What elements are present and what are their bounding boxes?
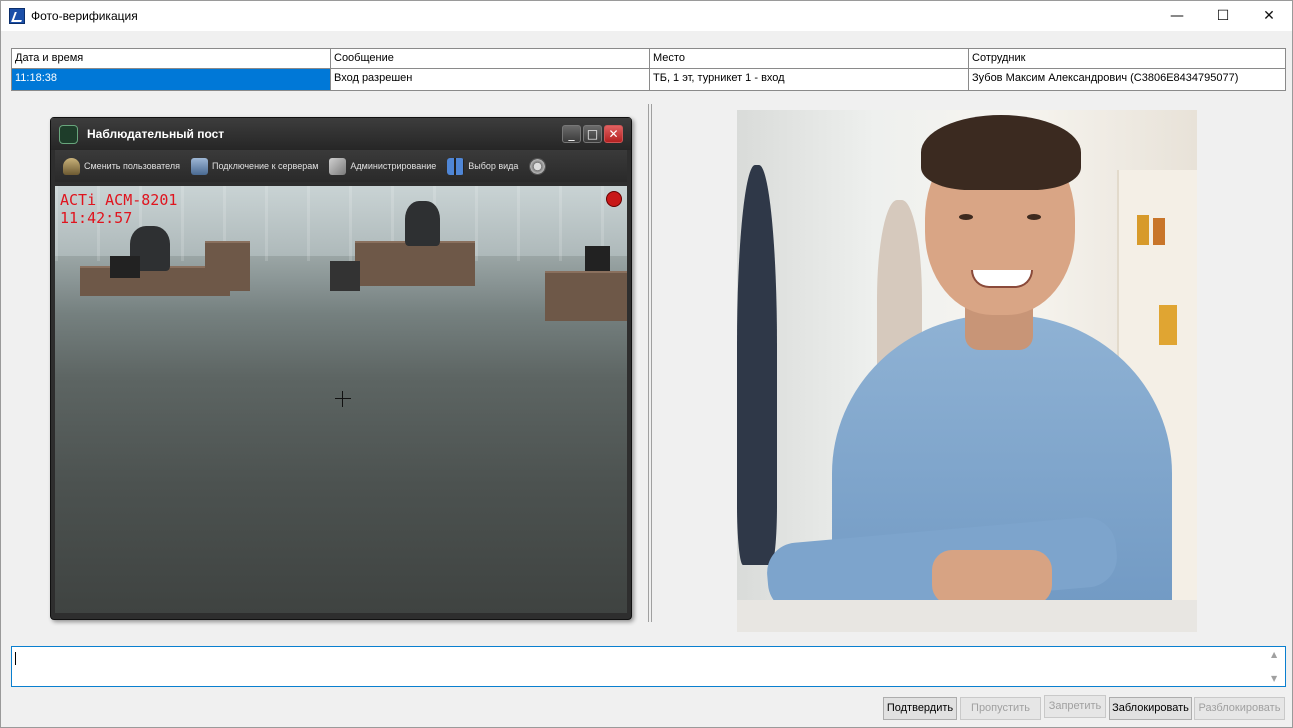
- block-button[interactable]: Заблокировать: [1109, 697, 1192, 720]
- employee-photo: [737, 110, 1197, 632]
- camera-client-maximize-icon: □: [583, 125, 602, 143]
- deny-button[interactable]: Запретить: [1044, 695, 1106, 718]
- photo-hair: [921, 115, 1081, 190]
- camera-client-close-icon: ✕: [604, 125, 623, 143]
- cell-place[interactable]: ТБ, 1 эт, турникет 1 - вход: [650, 69, 969, 90]
- toolbar-administration: Администрирование: [329, 157, 437, 175]
- toolbar-administration-label: Администрирование: [350, 161, 437, 171]
- toolbar-change-user-label: Сменить пользователя: [84, 161, 180, 171]
- table-header: Дата и время Сообщение Место Сотрудник: [12, 49, 1285, 69]
- app-icon: [9, 8, 25, 24]
- photo-hand: [932, 550, 1052, 605]
- scroll-up-icon[interactable]: ▲: [1271, 650, 1281, 659]
- film-icon: [529, 157, 547, 175]
- title-bar: Фото-верификация — ☐ ✕: [1, 1, 1292, 31]
- servers-icon: [191, 157, 208, 175]
- cell-message[interactable]: Вход разрешен: [331, 69, 650, 90]
- video-desk: [545, 271, 627, 321]
- skip-button[interactable]: Пропустить: [960, 697, 1041, 720]
- camera-frame: Наблюдательный пост _ □ ✕ Сменить пользо…: [50, 117, 632, 620]
- toolbar-film: [529, 157, 547, 175]
- record-indicator-icon: [606, 191, 622, 207]
- photo-eye: [959, 214, 973, 220]
- layout-icon: [447, 157, 465, 175]
- camera-video-feed: ACTi ACM-8201 11:42:57: [55, 186, 627, 613]
- photo-book: [1153, 218, 1165, 245]
- cell-datetime[interactable]: 11:18:38: [12, 69, 331, 90]
- video-chair: [330, 261, 360, 291]
- column-header-message[interactable]: Сообщение: [331, 49, 650, 68]
- camera-client-minimize-icon: _: [562, 125, 581, 143]
- photo-book: [1137, 215, 1149, 245]
- text-caret: [15, 652, 16, 665]
- toolbar-connect-servers: Подключение к серверам: [191, 157, 319, 175]
- minimize-button[interactable]: —: [1154, 1, 1200, 31]
- unblock-button[interactable]: Разблокировать: [1194, 697, 1285, 720]
- column-header-place[interactable]: Место: [650, 49, 969, 68]
- photo-background-person: [737, 165, 777, 565]
- camera-time-label: 11:42:57: [60, 209, 133, 227]
- confirm-button[interactable]: Подтвердить: [883, 697, 957, 720]
- photo-table: [737, 600, 1197, 632]
- camera-client-toolbar: Сменить пользователя Подключение к серве…: [55, 150, 627, 182]
- video-person: [405, 201, 440, 246]
- scroll-down-icon[interactable]: ▼: [1271, 674, 1281, 683]
- video-desk: [205, 241, 250, 291]
- column-header-datetime[interactable]: Дата и время: [12, 49, 331, 68]
- tools-icon: [329, 157, 347, 175]
- user-icon: [63, 157, 80, 175]
- photo-smile: [971, 270, 1033, 288]
- photo-verification-window: Фото-верификация — ☐ ✕ Дата и время Сооб…: [0, 0, 1293, 728]
- panel-splitter[interactable]: [648, 104, 652, 622]
- photo-eye: [1027, 214, 1041, 220]
- close-button[interactable]: ✕: [1246, 1, 1292, 31]
- camera-client-logo-icon: [59, 125, 78, 144]
- video-monitor: [585, 246, 610, 271]
- camera-overlay: ACTi ACM-8201 11:42:57: [60, 191, 177, 227]
- toolbar-change-user: Сменить пользователя: [63, 157, 180, 175]
- column-header-employee[interactable]: Сотрудник: [969, 49, 1285, 68]
- camera-client-title: Наблюдательный пост: [87, 127, 225, 141]
- toolbar-connect-servers-label: Подключение к серверам: [212, 161, 319, 171]
- photo-book: [1159, 305, 1177, 345]
- crosshair-icon: [335, 391, 351, 407]
- table-row[interactable]: 11:18:38 Вход разрешен ТБ, 1 эт, турнике…: [12, 69, 1285, 90]
- window-title: Фото-верификация: [31, 9, 138, 23]
- cell-employee[interactable]: Зубов Максим Александрович (C3806E843479…: [969, 69, 1285, 90]
- camera-name-label: ACTi ACM-8201: [60, 191, 178, 209]
- maximize-button[interactable]: ☐: [1200, 1, 1246, 31]
- video-monitor: [110, 256, 140, 278]
- events-table: Дата и время Сообщение Место Сотрудник 1…: [11, 48, 1286, 91]
- comment-input[interactable]: ▲ ▼: [11, 646, 1286, 687]
- toolbar-view-select-label: Выбор вида: [468, 161, 519, 171]
- toolbar-view-select: Выбор вида: [447, 157, 519, 175]
- video-desk: [355, 241, 475, 286]
- camera-client-titlebar: Наблюдательный пост _ □ ✕: [51, 118, 631, 150]
